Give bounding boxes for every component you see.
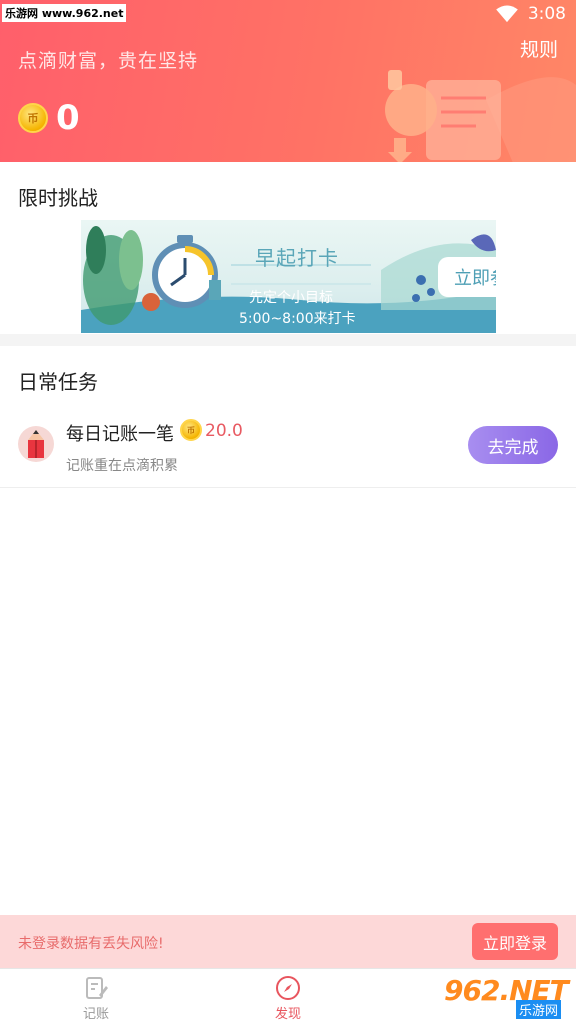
coin-icon: 币 (180, 419, 202, 441)
task-name: 每日记账一笔 (66, 424, 174, 445)
site-logo-sub: 乐游网 (516, 1000, 562, 1019)
login-notice-bar: 未登录数据有丢失风险! 立即登录 (0, 915, 576, 968)
login-now-button[interactable]: 立即登录 (472, 923, 558, 960)
section-title-challenge: 限时挑战 (18, 186, 98, 210)
notebook-pen-icon (86, 977, 108, 999)
slogan: 点滴财富，贵在坚持 (18, 50, 199, 72)
task-reward: 20.0 (205, 421, 243, 441)
join-now-button[interactable]: 立即参加 (438, 257, 496, 297)
nav-item-record[interactable]: 记账 (66, 975, 126, 1022)
status-time: 3:08 (527, 4, 566, 24)
coin-icon: 币 (18, 103, 48, 133)
piggy-scroll-illustration-icon (385, 70, 576, 162)
compass-icon (276, 976, 300, 1000)
section-divider (0, 334, 576, 346)
coin-balance: 币 0 (18, 98, 80, 138)
login-warning-text: 未登录数据有丢失风险! (18, 936, 164, 952)
pencil-gift-icon (18, 426, 54, 462)
rules-link[interactable]: 规则 (520, 35, 558, 62)
go-complete-button[interactable]: 去完成 (468, 426, 558, 464)
nav-label-discover: 发现 (274, 1007, 301, 1022)
section-title-daily: 日常任务 (18, 370, 98, 394)
nav-label-record: 记账 (82, 1007, 109, 1022)
task-description: 记账重在点滴积累 (66, 458, 178, 474)
banner-subtitle: 先定个小目标 (249, 290, 333, 306)
task-divider (0, 487, 576, 488)
status-bar: 3:08 (496, 4, 566, 24)
early-checkin-banner[interactable]: 早起打卡 先定个小目标 5:00~8:00来打卡 立即参加 (81, 220, 496, 333)
site-logo-badge: 962.NET 乐游网 (438, 974, 574, 1020)
wifi-icon (496, 5, 518, 23)
banner-title: 早起打卡 (255, 246, 339, 270)
nav-item-discover[interactable]: 发现 (258, 975, 318, 1022)
banner-time: 5:00~8:00来打卡 (239, 311, 356, 327)
coin-count: 0 (56, 98, 80, 138)
header: 乐游网 www.962.net 3:08 点滴财富，贵在坚持 规则 币 0 (0, 0, 576, 162)
watermark: 乐游网 www.962.net (2, 4, 127, 22)
